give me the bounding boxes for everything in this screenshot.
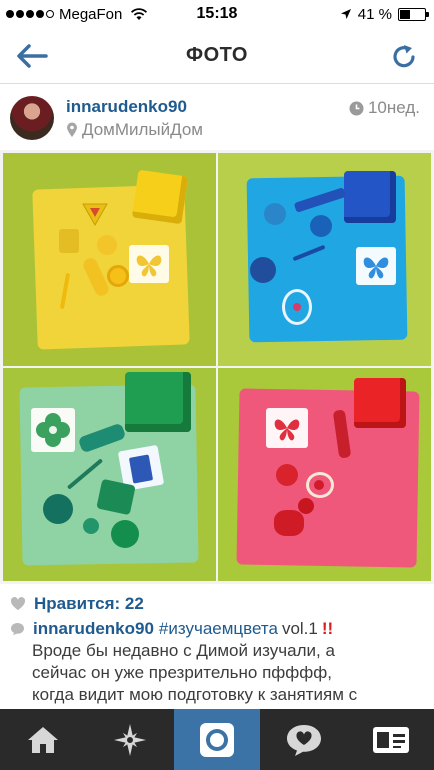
caption-emphasis: !! <box>321 619 334 638</box>
explore-star-icon <box>114 723 147 756</box>
caption-hashtag[interactable]: #изучаемцвета <box>159 618 278 640</box>
post-location[interactable]: ДомМилыйДом <box>66 120 203 140</box>
location-pin-icon <box>67 122 77 137</box>
tab-activity[interactable] <box>260 709 347 770</box>
location-label: ДомМилыйДом <box>82 120 203 139</box>
caption-suffix: vol.1 <box>281 619 318 638</box>
avatar[interactable] <box>10 96 54 140</box>
page-title: ФОТО <box>186 44 248 66</box>
clock-icon <box>349 101 364 115</box>
location-arrow-icon <box>340 9 351 19</box>
post-username[interactable]: innarudenko90 <box>66 97 187 117</box>
post-time: 10нед. <box>349 98 420 118</box>
post-photo[interactable] <box>0 150 434 584</box>
activity-heart-icon <box>286 724 321 756</box>
time-ago-label: 10нед. <box>367 98 420 117</box>
tab-profile[interactable] <box>347 709 434 770</box>
battery-level <box>400 9 410 19</box>
home-icon <box>28 726 59 753</box>
likes-count[interactable]: Нравится: 22 <box>10 594 144 614</box>
tab-camera[interactable] <box>173 709 261 770</box>
post-header: innarudenko90 ДомМилыйДом 10нед. <box>0 85 434 150</box>
post-caption: innarudenko90 #изучаемцвета vol.1 !! Вро… <box>10 618 426 706</box>
tab-bar <box>0 709 434 770</box>
heart-icon <box>10 597 26 610</box>
likes-label: Нравится: 22 <box>34 594 144 613</box>
camera-icon <box>199 722 234 757</box>
comment-icon <box>11 623 24 636</box>
status-bar: MegaFon 15:18 41 % <box>0 0 434 28</box>
photo-tile-red <box>218 368 431 581</box>
refresh-icon[interactable] <box>388 40 420 72</box>
caption-username[interactable]: innarudenko90 <box>33 618 154 640</box>
profile-card-icon <box>372 726 409 753</box>
photo-tile-yellow <box>3 153 216 366</box>
nav-bar: ФОТО <box>0 28 434 84</box>
photo-tile-blue <box>218 153 431 366</box>
caption-line: когда видит мою подготовку к занятиям с <box>32 685 358 704</box>
caption-line: сейчас он уже презрительно пфффф, <box>32 663 332 682</box>
battery-icon <box>398 7 429 21</box>
caption-line: Вроде бы недавно с Димой изучали, а <box>32 641 335 660</box>
battery-percent: 41 % <box>357 5 392 23</box>
photo-tile-green <box>3 368 216 581</box>
tab-explore[interactable] <box>87 709 174 770</box>
tab-home[interactable] <box>0 709 87 770</box>
